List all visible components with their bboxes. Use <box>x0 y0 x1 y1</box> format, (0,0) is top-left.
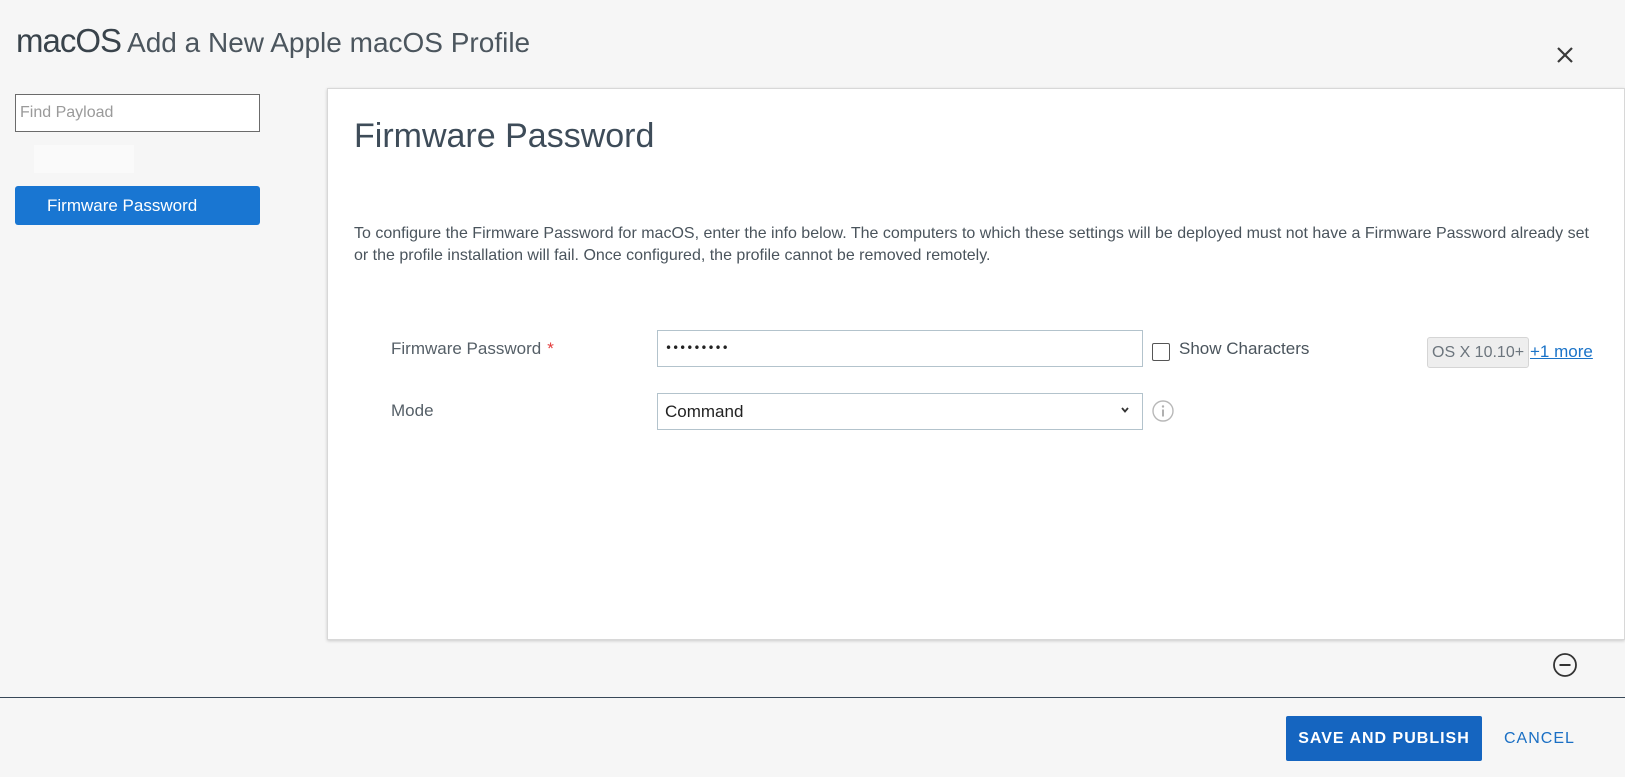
chevron-down-icon <box>1121 407 1129 413</box>
save-and-publish-button[interactable]: SAVE AND PUBLISH <box>1286 716 1482 761</box>
panel-title: Firmware Password <box>354 117 655 155</box>
mode-select[interactable]: Command <box>657 393 1143 430</box>
show-characters-label: Show Characters <box>1179 339 1310 358</box>
os-label: macOS <box>16 22 122 59</box>
find-payload-input[interactable] <box>15 94 260 132</box>
minus-circle-icon[interactable] <box>1552 652 1578 678</box>
panel-description: To configure the Firmware Password for m… <box>354 225 1589 264</box>
sidebar-item-firmware-password[interactable]: Firmware Password <box>15 186 260 225</box>
cancel-button[interactable]: CANCEL <box>1496 716 1583 761</box>
show-characters-checkbox[interactable] <box>1152 343 1170 361</box>
firmware-password-input[interactable]: ••••••••• <box>657 330 1143 367</box>
mode-selected-value: Command <box>665 402 744 421</box>
close-icon <box>1557 47 1573 63</box>
payload-panel: Firmware Password To configure the Firmw… <box>327 88 1625 640</box>
close-button[interactable] <box>1550 40 1580 70</box>
footer-divider <box>0 697 1625 698</box>
firmware-password-label-text: Firmware Password <box>391 339 542 358</box>
firmware-password-label: Firmware Password * <box>391 339 554 359</box>
page-header: macOS Add a New Apple macOS Profile <box>16 22 530 72</box>
more-versions-link[interactable]: +1 more <box>1530 342 1593 362</box>
os-version-badge: OS X 10.10+ <box>1427 337 1530 368</box>
mode-label: Mode <box>391 401 434 420</box>
info-icon[interactable] <box>1151 399 1175 423</box>
sidebar-placeholder-block <box>34 145 134 173</box>
required-marker: * <box>547 339 554 358</box>
page-title: Add a New Apple macOS Profile <box>127 27 531 58</box>
